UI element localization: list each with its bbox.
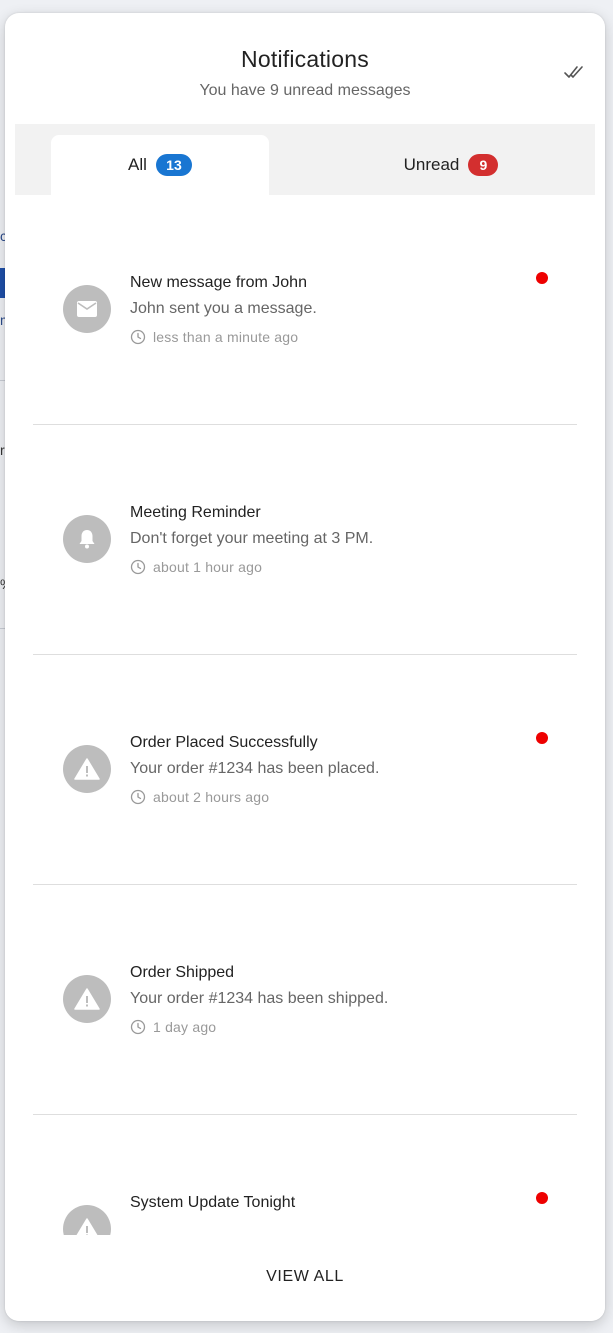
warning-icon: [76, 1218, 98, 1235]
clock-icon: [130, 1019, 146, 1035]
warning-icon: [74, 758, 100, 780]
panel-footer: VIEW ALL: [5, 1235, 605, 1321]
notification-body: Your order #1234 has been placed.: [130, 760, 380, 777]
notification-time-text: 1 day ago: [153, 1019, 217, 1035]
bell-icon: [79, 530, 95, 549]
notification-body: John sent you a message.: [130, 300, 317, 317]
notification-time-text: less than a minute ago: [153, 329, 299, 345]
notification-item-order-shipped[interactable]: Order Shipped Your order #1234 has been …: [33, 885, 577, 1115]
tab-all[interactable]: All 13: [51, 135, 269, 195]
notification-avatar: [63, 745, 111, 793]
unread-indicator-dot: [536, 732, 548, 744]
notification-title: Meeting Reminder: [130, 504, 261, 521]
view-all-button[interactable]: VIEW ALL: [252, 1260, 358, 1294]
notification-avatar: [63, 975, 111, 1023]
notification-title: Order Placed Successfully: [130, 734, 318, 751]
notification-item-system-update[interactable]: System Update Tonight: [33, 1115, 577, 1235]
notification-body: Don't forget your meeting at 3 PM.: [130, 530, 374, 547]
notification-avatar: [63, 515, 111, 563]
notification-avatar: [63, 285, 111, 333]
notification-time: about 1 hour ago: [130, 559, 262, 575]
unread-indicator-dot: [536, 272, 548, 284]
notification-body: Your order #1234 has been shipped.: [130, 990, 389, 1007]
notification-item-meeting-reminder[interactable]: Meeting Reminder Don't forget your meeti…: [33, 425, 577, 655]
double-check-icon: [564, 66, 583, 78]
notification-time: 1 day ago: [130, 1019, 216, 1035]
notification-time-text: about 1 hour ago: [153, 559, 263, 575]
unread-indicator-dot: [536, 1192, 548, 1204]
panel-header: Notifications You have 9 unread messages: [5, 13, 605, 124]
tab-all-count-badge: 13: [155, 154, 192, 176]
notification-item-order-placed[interactable]: Order Placed Successfully Your order #12…: [33, 655, 577, 885]
notification-item-new-message[interactable]: New message from John John sent you a me…: [33, 195, 577, 425]
background-fragment: r: [0, 442, 5, 458]
panel-title: Notifications: [241, 46, 369, 72]
notification-time-text: about 2 hours ago: [153, 789, 270, 805]
tab-unread-label: Unread: [403, 155, 460, 174]
notification-avatar: [63, 1205, 111, 1235]
tab-unread-count-badge: 9: [468, 154, 499, 176]
tab-unread[interactable]: Unread 9: [342, 135, 560, 195]
notification-time: less than a minute ago: [130, 329, 298, 345]
clock-icon: [130, 789, 146, 805]
notification-title: Order Shipped: [130, 964, 235, 981]
unread-summary: You have 9 unread messages: [199, 82, 411, 99]
notification-time: about 2 hours ago: [130, 789, 269, 805]
mark-all-read-button[interactable]: [563, 62, 585, 82]
clock-icon: [130, 329, 146, 345]
tab-all-label: All: [128, 155, 147, 174]
notification-list: New message from John John sent you a me…: [5, 195, 605, 1235]
warning-icon: [74, 988, 100, 1010]
notification-title: New message from John: [130, 274, 307, 291]
mail-icon: [77, 301, 97, 317]
clock-icon: [130, 559, 146, 575]
notification-tabs: All 13 Unread 9: [15, 124, 595, 195]
notifications-panel: Notifications You have 9 unread messages…: [5, 13, 605, 1321]
notification-title: System Update Tonight: [130, 1194, 296, 1211]
